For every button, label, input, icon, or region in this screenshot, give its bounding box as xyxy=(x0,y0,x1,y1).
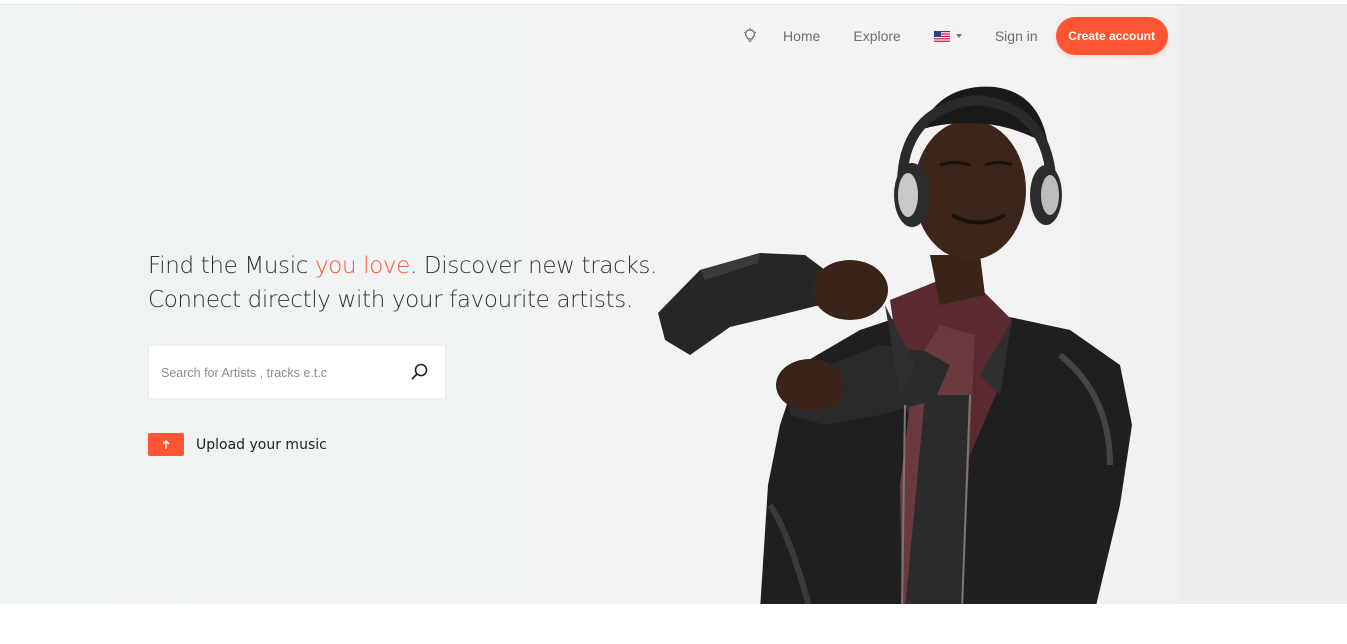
language-selector[interactable] xyxy=(933,30,962,42)
theme-toggle-button[interactable] xyxy=(735,21,765,51)
upload-music-link[interactable]: Upload your music xyxy=(148,433,327,456)
top-nav: Home Explore Sign in Create account xyxy=(735,17,1168,55)
hero-person-image xyxy=(658,86,1132,604)
nav-explore-link[interactable]: Explore xyxy=(853,28,900,44)
hero-section: Home Explore Sign in Create account Find… xyxy=(0,5,1347,604)
headline-line2: Connect directly with your favourite art… xyxy=(148,287,633,313)
upload-arrow-icon xyxy=(162,439,170,449)
upload-label[interactable]: Upload your music xyxy=(196,437,327,453)
search-input[interactable] xyxy=(159,360,403,386)
headline-accent-text: you love xyxy=(315,253,410,279)
hero-right-band xyxy=(1179,5,1347,604)
chevron-down-icon xyxy=(955,34,962,38)
us-flag-icon xyxy=(933,30,950,42)
search-icon[interactable] xyxy=(409,361,431,383)
headline-text-part2: . Discover new tracks. xyxy=(410,253,657,279)
page: Home Explore Sign in Create account Find… xyxy=(0,0,1347,644)
nav-home-link[interactable]: Home xyxy=(783,28,820,44)
search-box xyxy=(148,345,446,399)
upload-button[interactable] xyxy=(148,433,184,456)
create-account-button[interactable]: Create account xyxy=(1055,17,1168,55)
headline-text-part1: Find the Music xyxy=(148,253,315,279)
sign-in-link[interactable]: Sign in xyxy=(995,28,1038,44)
hero-headline: Find the Music you love. Discover new tr… xyxy=(148,249,688,317)
lightbulb-icon xyxy=(743,28,757,42)
